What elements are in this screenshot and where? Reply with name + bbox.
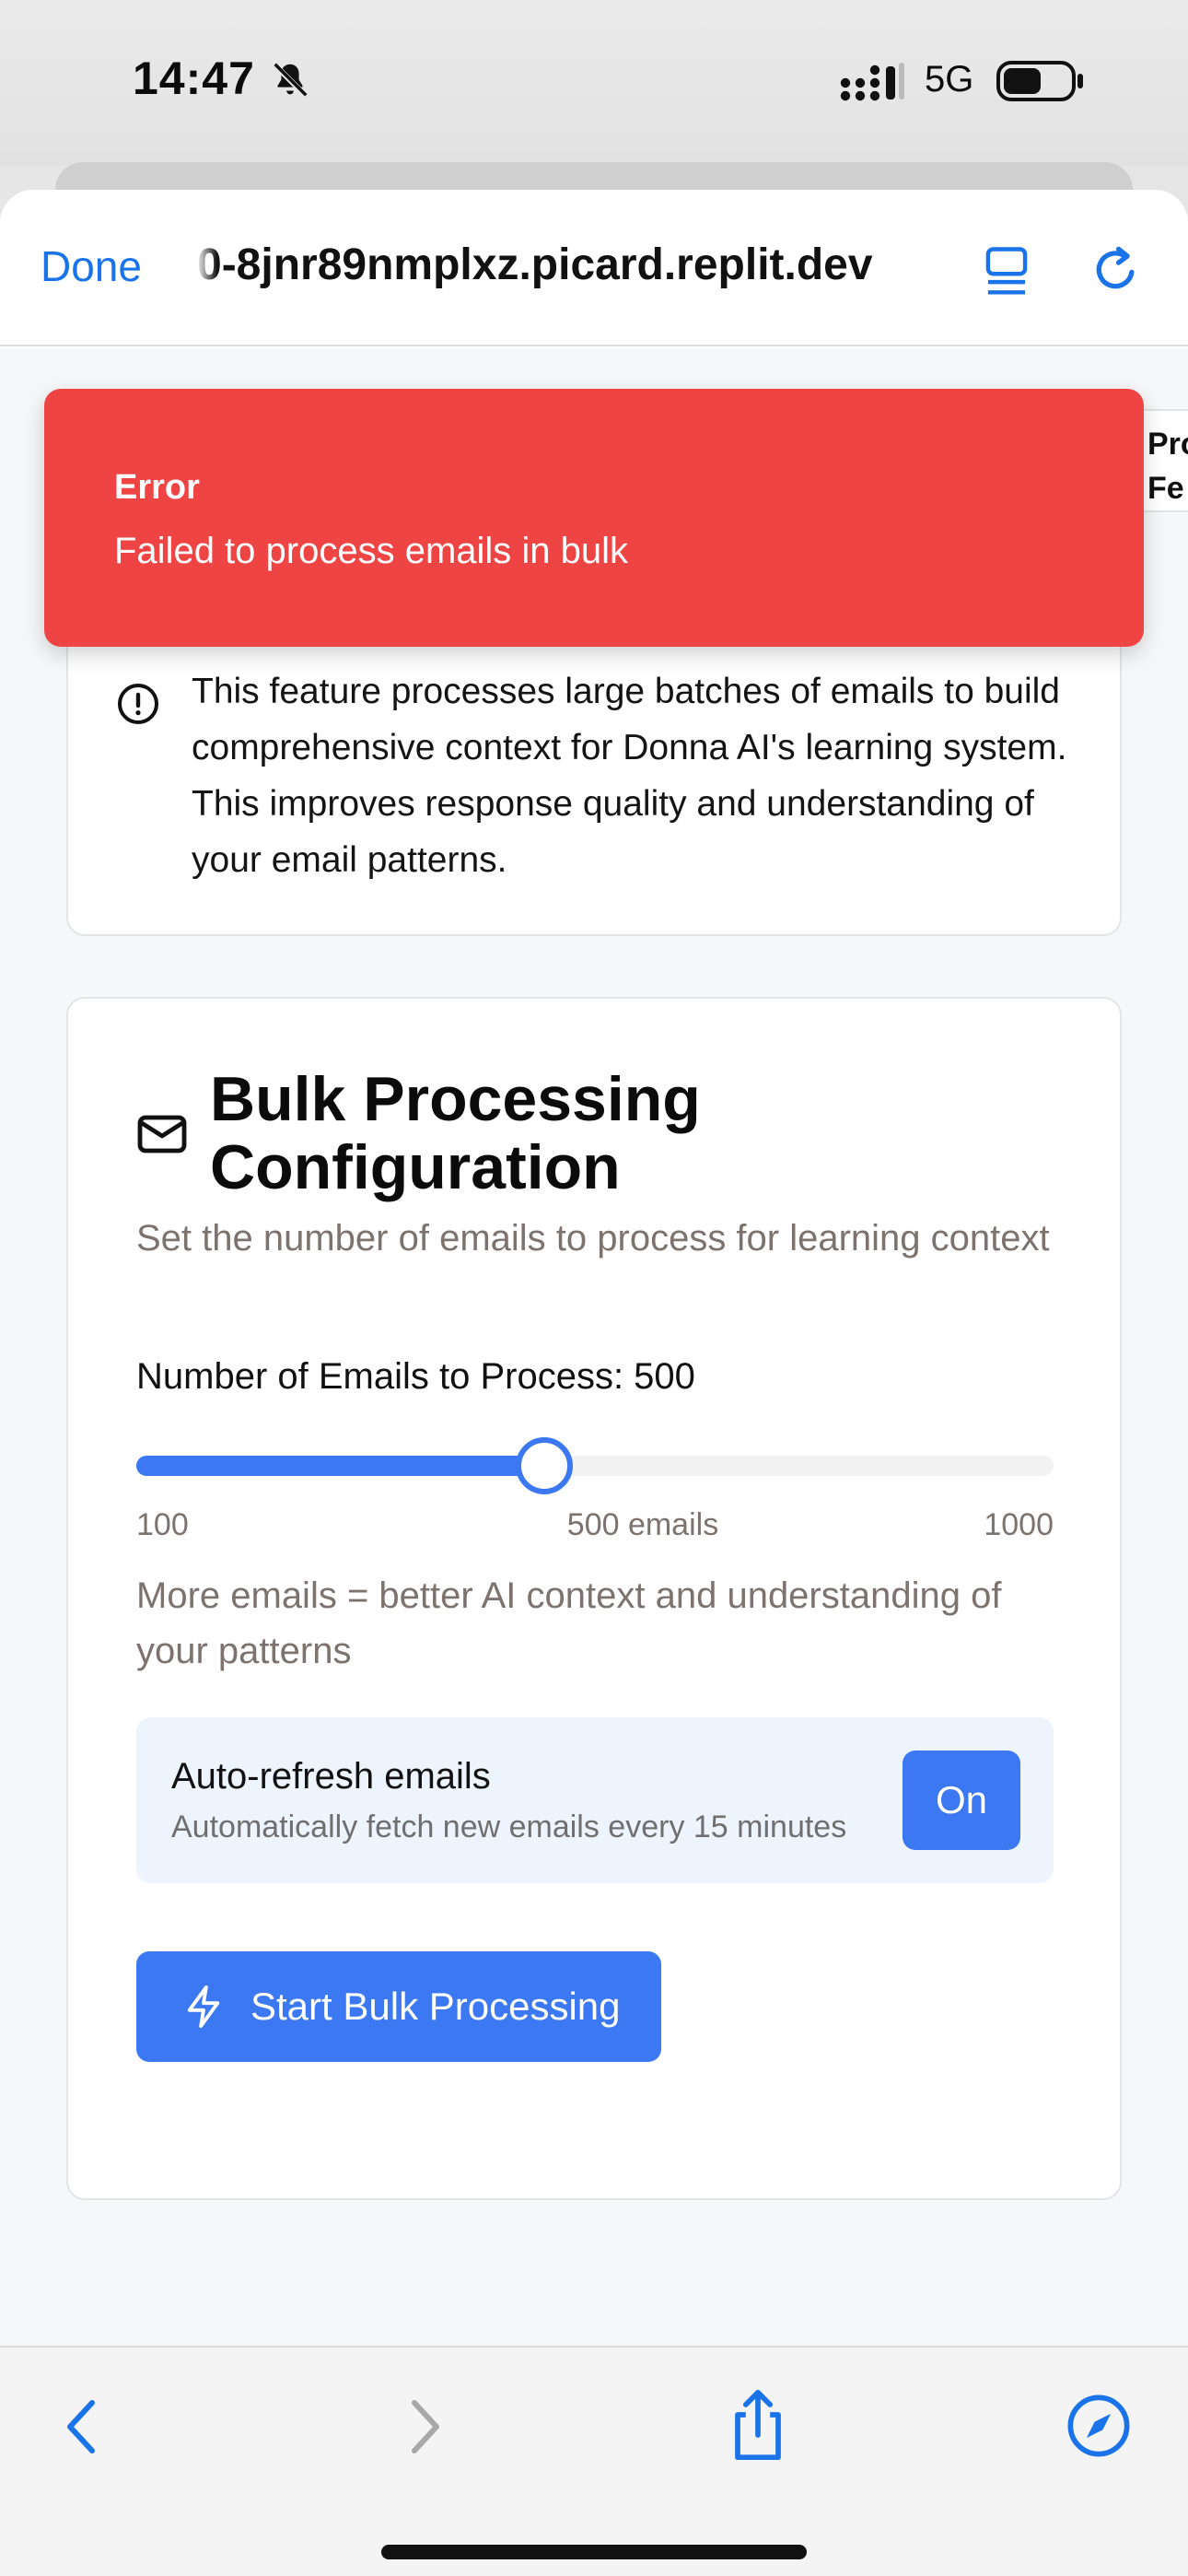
- network-label: 5G: [925, 59, 974, 100]
- share-icon[interactable]: [728, 2386, 788, 2464]
- email-count-slider[interactable]: [136, 1437, 1054, 1494]
- signal-icon: [840, 63, 904, 101]
- forward-icon[interactable]: [405, 2397, 446, 2456]
- url-bar[interactable]: 0-8jnr89nmplxz.picard.replit.dev: [197, 240, 952, 295]
- battery-icon: [996, 61, 1083, 101]
- start-bulk-processing-button[interactable]: Start Bulk Processing: [136, 1951, 661, 2062]
- auto-refresh-description: Automatically fetch new emails every 15 …: [171, 1809, 847, 1844]
- slider-hint: More emails = better AI context and unde…: [136, 1575, 1002, 1671]
- info-card: This feature processes large batches of …: [66, 621, 1122, 936]
- browser-toolbar: [0, 2346, 1188, 2576]
- browser-sheet: Done 0-8jnr89nmplxz.picard.replit.dev Pr…: [0, 190, 1188, 2576]
- back-icon[interactable]: [61, 2397, 101, 2456]
- slider-label: Number of Emails to Process: 500: [136, 1356, 695, 1397]
- status-time: 14:47: [133, 53, 255, 104]
- home-indicator: [381, 2545, 807, 2559]
- start-button-label: Start Bulk Processing: [250, 1985, 621, 2028]
- browser-navbar: Done 0-8jnr89nmplxz.picard.replit.dev: [0, 190, 1188, 346]
- side-card-line2: Fe: [1147, 471, 1184, 506]
- alert-circle-icon: [118, 684, 158, 724]
- done-button[interactable]: Done: [41, 241, 142, 291]
- slider-value-label: 500 emails: [566, 1507, 719, 1542]
- page-content: Pro Fe This feature processes large batc…: [0, 348, 1188, 2576]
- bolt-icon: [187, 1985, 220, 2028]
- toast-title: Error: [114, 468, 200, 507]
- toast-message: Failed to process emails in bulk: [114, 531, 629, 571]
- auto-refresh-panel: Auto-refresh emails Automatically fetch …: [136, 1717, 1054, 1883]
- reload-icon[interactable]: [1089, 241, 1142, 299]
- auto-refresh-toggle[interactable]: On: [903, 1751, 1020, 1850]
- slider-max-label: 1000: [984, 1507, 1054, 1542]
- slider-min-label: 100: [136, 1507, 189, 1542]
- side-card-line1: Pro: [1147, 427, 1188, 462]
- slider-fill: [136, 1456, 544, 1476]
- url-fade: [197, 240, 217, 295]
- slider-thumb[interactable]: [515, 1437, 573, 1494]
- info-text: This feature processes large batches of …: [192, 672, 1067, 880]
- config-title: Bulk Processing Configuration: [210, 1064, 701, 1202]
- auto-refresh-title: Auto-refresh emails: [171, 1756, 491, 1797]
- reader-icon[interactable]: [982, 245, 1031, 299]
- config-subtitle: Set the number of emails to process for …: [136, 1218, 1050, 1259]
- bell-slash-icon: [272, 62, 309, 99]
- mail-icon: [137, 1115, 187, 1153]
- status-bar: 14:47 5G: [0, 0, 1188, 166]
- bulk-config-card: Bulk Processing Configuration Set the nu…: [66, 997, 1122, 2200]
- error-toast[interactable]: Error Failed to process emails in bulk: [44, 389, 1144, 647]
- compass-icon[interactable]: [1066, 2394, 1131, 2458]
